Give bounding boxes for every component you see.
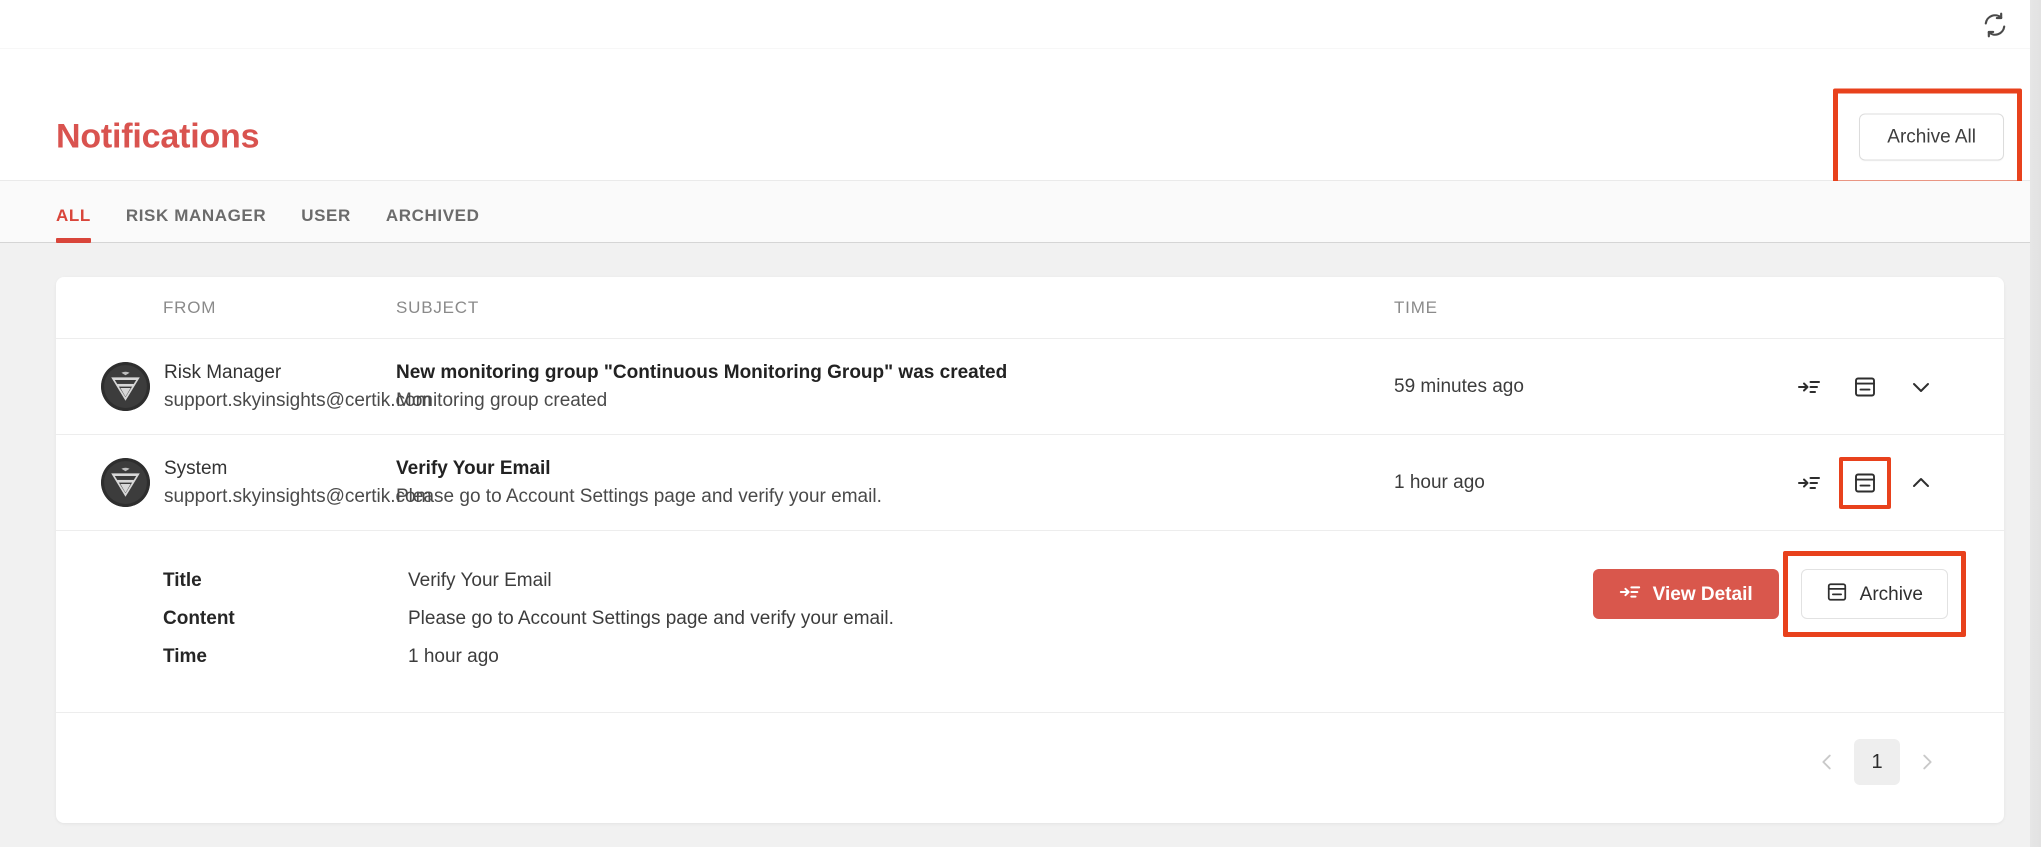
cell-subject: New monitoring group "Continuous Monitor… [396, 359, 1394, 414]
chevron-up-icon[interactable] [1906, 468, 1936, 498]
from-text: Risk Manager support.skyinsights@certik.… [164, 359, 431, 414]
pagination-prev-chevron-left-icon[interactable] [1806, 741, 1848, 783]
column-header-subject: SUBJECT [396, 297, 480, 317]
tab-bar: ALL RISK MANAGER USER ARCHIVED [0, 181, 2030, 243]
subject-subtitle: Monitoring group created [396, 389, 608, 411]
notifications-card: FROM SUBJECT TIME Risk Manager support.s… [56, 277, 2004, 823]
detail-value-content: Please go to Account Settings page and v… [408, 607, 894, 629]
from-email: support.skyinsights@certik.com [164, 389, 432, 411]
cell-from: Risk Manager support.skyinsights@certik.… [56, 359, 431, 414]
table-header-row: FROM SUBJECT TIME [56, 277, 2004, 339]
pagination-next-chevron-right-icon[interactable] [1906, 741, 1948, 783]
page-header: Notifications Archive All [0, 49, 2030, 186]
page-content-column: Notifications Archive All ALL RISK MANAG… [0, 0, 2030, 847]
archive-button-container: Archive [1782, 551, 1966, 637]
table-row[interactable]: System support.skyinsights@certik.com Ve… [56, 435, 2004, 531]
pagination-page-1[interactable]: 1 [1854, 739, 1900, 786]
from-email: support.skyinsights@certik.com [164, 485, 432, 507]
archive-button-label: Archive [1859, 583, 1923, 605]
archive-button-icon [1826, 581, 1848, 607]
subject-title: New monitoring group "Continuous Monitor… [396, 361, 1008, 383]
detail-label-content: Content [163, 607, 235, 629]
archive-icon[interactable] [1850, 372, 1880, 402]
detail-row-time: Time 1 hour ago [163, 645, 1593, 669]
column-header-from: FROM [163, 297, 217, 317]
cell-from: System support.skyinsights@certik.com [56, 455, 431, 510]
page-body: FROM SUBJECT TIME Risk Manager support.s… [0, 243, 2030, 847]
tab-risk-manager[interactable]: RISK MANAGER [126, 206, 266, 242]
archive-button[interactable]: Archive [1800, 569, 1948, 619]
from-name: Risk Manager [164, 361, 282, 383]
tab-user[interactable]: USER [301, 206, 351, 242]
view-detail-icon[interactable] [1794, 468, 1824, 498]
subject-title: Verify Your Email [396, 457, 551, 479]
archive-icon[interactable] [1839, 456, 1891, 509]
page-title: Notifications [56, 117, 260, 156]
chevron-down-icon[interactable] [1906, 372, 1936, 402]
from-text: System support.skyinsights@certik.com [164, 455, 431, 510]
pagination: 1 [56, 713, 2004, 811]
detail-value-title: Verify Your Email [408, 570, 552, 591]
archive-all-container: Archive All [1833, 88, 2022, 186]
cell-actions [1794, 456, 2004, 509]
detail-label-time: Time [163, 645, 208, 667]
top-utility-bar [0, 0, 2030, 49]
detail-row-content: Content Please go to Account Settings pa… [163, 607, 1593, 631]
page-scrollbar[interactable] [2030, 0, 2041, 847]
tab-archived[interactable]: ARCHIVED [386, 206, 480, 242]
detail-value-time: 1 hour ago [408, 645, 499, 667]
cell-actions [1794, 372, 2004, 402]
view-detail-button-label: View Detail [1652, 583, 1753, 605]
certik-logo-avatar-icon [101, 458, 150, 507]
view-detail-button[interactable]: View Detail [1592, 569, 1779, 619]
refresh-icon[interactable] [1978, 8, 2012, 42]
detail-actions: View Detail Archive [1592, 551, 2004, 668]
table-row[interactable]: Risk Manager support.skyinsights@certik.… [56, 339, 2004, 435]
notification-detail-panel: Title Verify Your Email Content Please g… [56, 531, 2004, 714]
cell-subject: Verify Your Email Please go to Account S… [396, 455, 1394, 510]
cell-time: 1 hour ago [1394, 471, 1485, 493]
tab-all[interactable]: ALL [56, 206, 91, 243]
column-header-time: TIME [1394, 297, 1438, 317]
detail-row-title: Title Verify Your Email [163, 569, 1593, 593]
detail-fields: Title Verify Your Email Content Please g… [56, 569, 1593, 668]
cell-time: 59 minutes ago [1394, 375, 1524, 397]
view-detail-icon[interactable] [1794, 372, 1824, 402]
subject-subtitle: Please go to Account Settings page and v… [396, 485, 882, 507]
detail-label-title: Title [163, 570, 202, 591]
view-detail-button-icon [1619, 581, 1641, 607]
certik-logo-avatar-icon [101, 362, 150, 411]
archive-all-button[interactable]: Archive All [1859, 113, 2004, 161]
notifications-page: Notifications Archive All ALL RISK MANAG… [0, 0, 2041, 847]
from-name: System [164, 457, 228, 479]
